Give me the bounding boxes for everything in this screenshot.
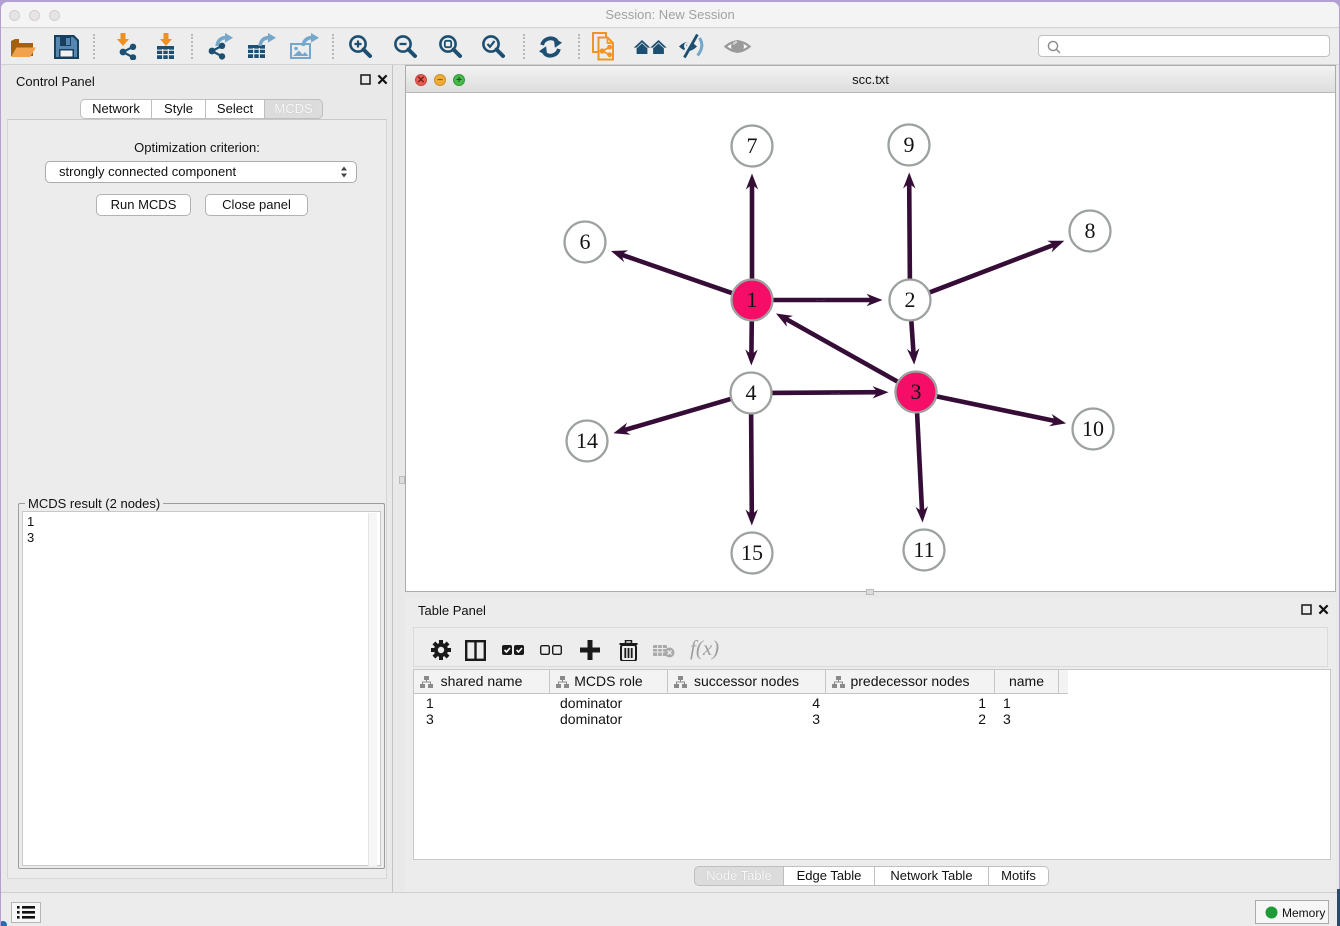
- svg-text:15: 15: [741, 540, 763, 565]
- svg-text:14: 14: [576, 428, 598, 453]
- svg-text:7: 7: [747, 133, 758, 158]
- svg-text:3: 3: [911, 379, 922, 404]
- svg-text:10: 10: [1082, 416, 1104, 441]
- svg-text:2: 2: [905, 287, 916, 312]
- svg-text:— —: — —: [831, 390, 840, 395]
- svg-text:6: 6: [580, 229, 591, 254]
- svg-text:8: 8: [1085, 218, 1096, 243]
- svg-text:4: 4: [746, 380, 757, 405]
- svg-text:1: 1: [747, 287, 758, 312]
- svg-text:9: 9: [904, 132, 915, 157]
- svg-text:11: 11: [913, 537, 934, 562]
- svg-text:— —: — —: [816, 297, 825, 302]
